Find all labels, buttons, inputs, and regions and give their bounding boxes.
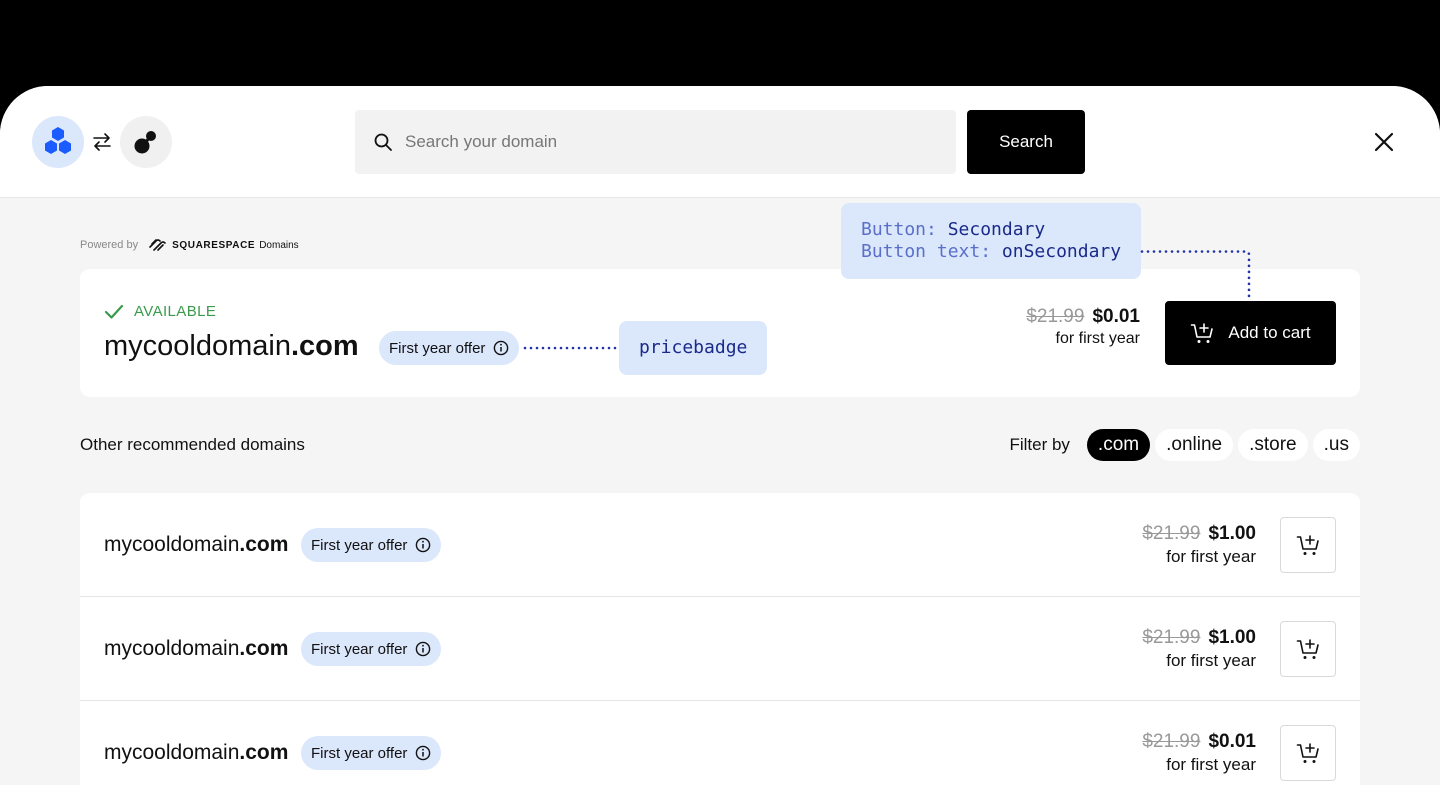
search-button[interactable]: Search — [967, 110, 1085, 174]
button-token-annotation: Button: Secondary Button text: onSeconda… — [841, 203, 1141, 279]
filter-label: Filter by — [1009, 435, 1070, 454]
list-item: mycooldomain.com First year offer $21.99… — [80, 597, 1360, 701]
pricebadge-annotation: pricebadge — [619, 321, 767, 375]
info-icon[interactable] — [493, 340, 509, 356]
price-badge: First year offer — [301, 632, 442, 666]
hexagon-logo-icon — [32, 116, 84, 168]
annotation-text-key: Button text: — [861, 241, 992, 262]
add-to-cart-icon-button[interactable] — [1280, 517, 1336, 573]
domain-tld: .com — [239, 637, 289, 660]
price-badge: First year offer — [301, 528, 442, 562]
price: $21.99 $1.00 for first year — [1142, 523, 1256, 567]
price-period: for first year — [1166, 755, 1256, 774]
info-icon[interactable] — [415, 745, 431, 761]
filter-chip-us[interactable]: .us — [1312, 429, 1360, 461]
original-price: $21.99 — [1142, 627, 1201, 648]
annotation-button-value: Secondary — [947, 219, 1046, 240]
domain-search-panel: Search Powered by SQUARESPACE Domains AV… — [0, 86, 1440, 785]
cart-plus-icon — [1191, 323, 1214, 343]
filter-chip-com[interactable]: .com — [1086, 429, 1151, 461]
featured-domain-name: mycooldomain.com — [104, 330, 359, 363]
tld-filter: Filter by .com .online .store .us — [1009, 429, 1360, 461]
price-badge: First year offer — [301, 736, 442, 770]
availability-label: AVAILABLE — [134, 303, 217, 320]
offer-price: $1.00 — [1208, 627, 1256, 648]
domain-list: mycooldomain.com First year offer $21.99… — [80, 493, 1360, 785]
squarespace-logo-icon — [149, 239, 166, 251]
cart-plus-icon — [1296, 639, 1319, 659]
price-badge: First year offer — [379, 331, 520, 365]
domain-name: mycooldomain — [104, 533, 240, 556]
annotation-connector — [1140, 250, 1251, 302]
annotation-badge-label: pricebadge — [639, 337, 748, 358]
top-bar: Search — [0, 86, 1440, 198]
domain-name: mycooldomain — [104, 637, 240, 660]
price: $21.99 $1.00 for first year — [1142, 627, 1256, 671]
add-to-cart-label: Add to cart — [1228, 323, 1311, 342]
annotation-button-key: Button: — [861, 219, 937, 240]
search-icon — [374, 133, 392, 151]
list-item: mycooldomain.com First year offer $21.99… — [80, 701, 1360, 785]
domain-tld: .com — [239, 741, 289, 764]
domain-name: mycooldomain — [104, 741, 240, 764]
offer-price: $0.01 — [1208, 731, 1256, 752]
domain-label: mycooldomain.com — [104, 741, 288, 765]
original-price: $21.99 — [1142, 523, 1201, 544]
price-period: for first year — [1166, 547, 1256, 566]
offer-price: $1.00 — [1208, 523, 1256, 544]
add-to-cart-button[interactable]: Add to cart — [1165, 301, 1336, 365]
search-input[interactable] — [405, 132, 925, 152]
swap-icon — [93, 133, 111, 151]
search-field[interactable] — [355, 110, 956, 174]
domain-label: mycooldomain.com — [104, 637, 288, 661]
featured-price: $21.99 $0.01 for first year — [1026, 306, 1140, 348]
original-price: $21.99 — [1142, 731, 1201, 752]
price-badge-label: First year offer — [311, 744, 408, 762]
list-item: mycooldomain.com First year offer $21.99… — [80, 493, 1360, 597]
annotation-connector — [523, 346, 620, 350]
check-icon — [104, 304, 124, 319]
availability-status: AVAILABLE — [104, 303, 216, 320]
info-icon[interactable] — [415, 641, 431, 657]
price-period: for first year — [1166, 651, 1256, 670]
section-title: Other recommended domains — [80, 435, 305, 454]
domain-tld: .com — [239, 533, 289, 556]
cart-plus-icon — [1296, 743, 1319, 763]
domain-label: mycooldomain.com — [104, 533, 288, 557]
add-to-cart-icon-button[interactable] — [1280, 725, 1336, 781]
add-to-cart-icon-button[interactable] — [1280, 621, 1336, 677]
powered-by-brand-suffix: Domains — [259, 239, 299, 251]
price-badge-label: First year offer — [389, 339, 486, 357]
powered-by-brand: SQUARESPACE — [172, 239, 256, 251]
powered-by: Powered by SQUARESPACE Domains — [80, 238, 299, 252]
cart-plus-icon — [1296, 535, 1319, 555]
info-icon[interactable] — [415, 537, 431, 553]
annotation-text-value: onSecondary — [1001, 241, 1122, 262]
price-badge-label: First year offer — [311, 640, 408, 658]
domain-name: mycooldomain — [104, 330, 291, 362]
price-badge-label: First year offer — [311, 536, 408, 554]
offer-price: $0.01 — [1092, 306, 1140, 327]
bubble-logo-icon — [120, 116, 172, 168]
domain-tld: .com — [290, 330, 359, 362]
price-period: for first year — [1055, 330, 1140, 347]
price: $21.99 $0.01 for first year — [1142, 731, 1256, 775]
powered-by-label: Powered by — [80, 239, 139, 251]
filter-chip-store[interactable]: .store — [1238, 429, 1308, 461]
original-price: $21.99 — [1026, 306, 1085, 327]
filter-chip-online[interactable]: .online — [1155, 429, 1234, 461]
close-icon[interactable] — [1372, 130, 1396, 154]
